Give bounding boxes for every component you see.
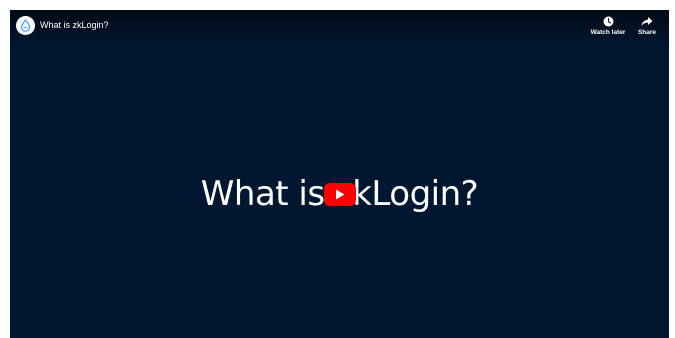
play-button[interactable] <box>324 183 356 206</box>
watch-later-label: Watch later <box>590 29 626 36</box>
share-arrow-icon <box>641 17 653 26</box>
share-label: Share <box>637 29 657 36</box>
play-icon <box>336 189 345 200</box>
channel-avatar[interactable] <box>16 16 35 35</box>
watch-later-button[interactable]: Watch later <box>588 16 628 36</box>
share-button[interactable]: Share <box>633 16 661 36</box>
video-player[interactable]: What is zkLogin? Watch later Share What … <box>10 10 669 338</box>
video-title-link[interactable]: What is zkLogin? <box>40 18 109 32</box>
clock-icon <box>603 16 613 27</box>
top-gradient <box>10 10 669 50</box>
sui-droplet-logo-icon <box>20 19 31 32</box>
